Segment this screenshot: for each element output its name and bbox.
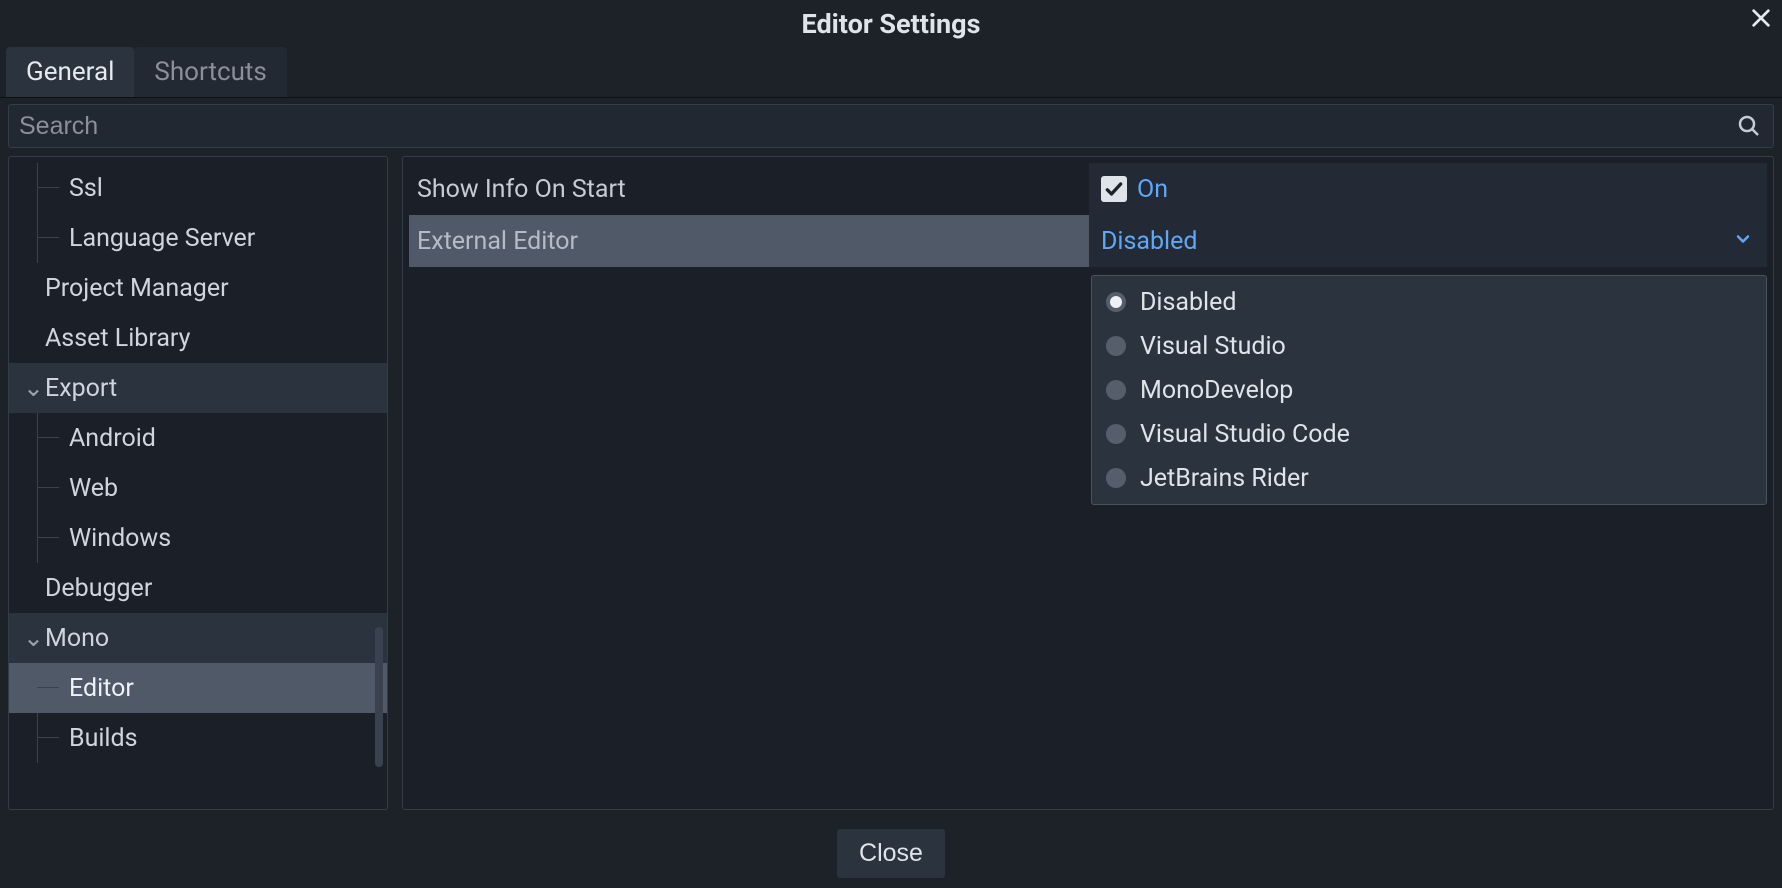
sidebar-item-export[interactable]: ⌄Export <box>9 363 387 413</box>
option-label: Disabled <box>1140 288 1236 317</box>
sidebar-item-builds[interactable]: Builds <box>9 713 387 763</box>
sidebar-item-debugger[interactable]: Debugger <box>9 563 387 613</box>
external-editor-dropdown[interactable]: Disabled <box>1089 215 1767 267</box>
option-label: Visual Studio <box>1140 332 1286 361</box>
option-label: JetBrains Rider <box>1140 464 1309 493</box>
main-split: Ssl Language Server Project Manager Asse… <box>0 152 1782 818</box>
dropdown-option-visual-studio-code[interactable]: Visual Studio Code <box>1092 412 1766 456</box>
checkbox-label: On <box>1137 175 1168 204</box>
chevron-down-icon <box>1733 227 1753 256</box>
prop-value-checkbox[interactable]: On <box>1089 163 1767 215</box>
properties-panel: Show Info On Start On External Editor Di… <box>402 156 1774 810</box>
sidebar-item-android[interactable]: Android <box>9 413 387 463</box>
dropdown-option-disabled[interactable]: Disabled <box>1092 280 1766 324</box>
dropdown-option-monodevelop[interactable]: MonoDevelop <box>1092 368 1766 412</box>
sidebar-item-label: Ssl <box>69 174 103 203</box>
prop-show-info-on-start: Show Info On Start On <box>409 163 1767 215</box>
close-icon[interactable] <box>1750 6 1772 34</box>
sidebar-tree: Ssl Language Server Project Manager Asse… <box>8 156 388 810</box>
sidebar-item-label: Language Server <box>69 224 255 253</box>
radio-icon <box>1106 380 1126 400</box>
close-button[interactable]: Close <box>837 829 945 878</box>
sidebar-item-label: Web <box>69 474 118 503</box>
sidebar-item-windows[interactable]: Windows <box>9 513 387 563</box>
search-row <box>8 104 1774 148</box>
window-title: Editor Settings <box>802 8 981 40</box>
sidebar-item-ssl[interactable]: Ssl <box>9 163 387 213</box>
sidebar-item-editor[interactable]: Editor <box>9 663 387 713</box>
search-input[interactable] <box>19 112 1735 141</box>
dropdown-option-visual-studio[interactable]: Visual Studio <box>1092 324 1766 368</box>
search-icon[interactable] <box>1735 112 1763 140</box>
radio-icon <box>1106 468 1126 488</box>
dropdown-option-jetbrains-rider[interactable]: JetBrains Rider <box>1092 456 1766 500</box>
radio-icon <box>1106 336 1126 356</box>
prop-external-editor: External Editor Disabled <box>409 215 1767 267</box>
sidebar-item-label: Mono <box>45 624 109 653</box>
sidebar-item-label: Project Manager <box>45 274 229 303</box>
radio-icon <box>1106 424 1126 444</box>
prop-label: Show Info On Start <box>409 175 1089 204</box>
sidebar-item-label: Android <box>69 424 156 453</box>
tab-general[interactable]: General <box>6 47 134 97</box>
sidebar-item-asset-library[interactable]: Asset Library <box>9 313 387 363</box>
sidebar-item-mono[interactable]: ⌄Mono <box>9 613 387 663</box>
sidebar-item-language-server[interactable]: Language Server <box>9 213 387 263</box>
sidebar-item-label: Export <box>45 374 117 403</box>
radio-icon <box>1106 292 1126 312</box>
sidebar-item-project-manager[interactable]: Project Manager <box>9 263 387 313</box>
sidebar-scrollbar[interactable] <box>375 627 383 767</box>
option-label: Visual Studio Code <box>1140 420 1350 449</box>
sidebar-item-label: Editor <box>69 674 134 703</box>
sidebar-item-label: Debugger <box>45 574 152 603</box>
titlebar: Editor Settings <box>0 0 1782 48</box>
external-editor-dropdown-popup: Disabled Visual Studio MonoDevelop Visua… <box>1091 275 1767 505</box>
tab-shortcuts[interactable]: Shortcuts <box>134 47 286 97</box>
chevron-down-icon: ⌄ <box>23 623 43 653</box>
footer: Close <box>0 818 1782 888</box>
sidebar-item-web[interactable]: Web <box>9 463 387 513</box>
sidebar-item-label: Windows <box>69 524 171 553</box>
sidebar-item-label: Asset Library <box>45 324 190 353</box>
tab-bar: General Shortcuts <box>0 48 1782 98</box>
chevron-down-icon: ⌄ <box>23 373 43 403</box>
checkbox-icon <box>1101 176 1127 202</box>
option-label: MonoDevelop <box>1140 376 1293 405</box>
dropdown-value: Disabled <box>1101 227 1197 256</box>
sidebar-item-label: Builds <box>69 724 138 753</box>
prop-label: External Editor <box>409 227 1089 256</box>
